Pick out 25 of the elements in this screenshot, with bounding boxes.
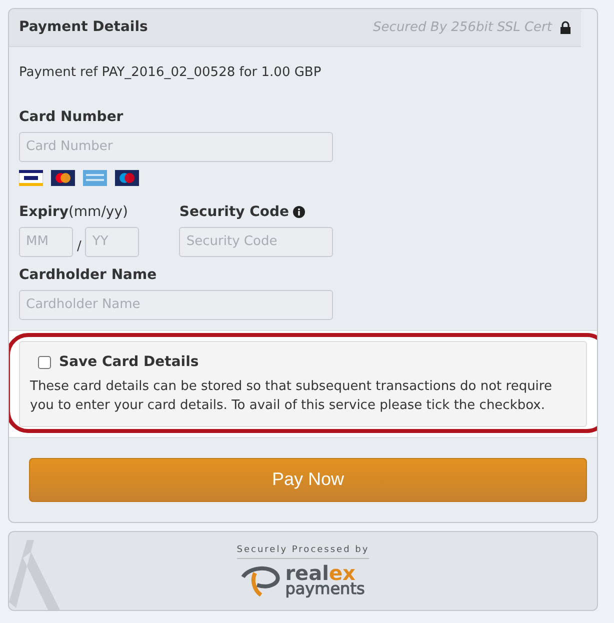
- processed-by-caption: Securely Processed by: [236, 544, 370, 560]
- card-brand-icon: [83, 170, 107, 186]
- panel-title: Payment Details: [19, 18, 148, 37]
- cardholder-name-field[interactable]: Cardholder Name: [19, 290, 333, 320]
- card-brand-icon: [19, 170, 43, 186]
- field-label: Cardholder Name: [19, 266, 158, 284]
- card-brand-icon: [115, 170, 139, 186]
- lock-icon: [560, 21, 571, 34]
- payment-reference: Payment ref PAY_2016_02_00528 for 1.00 GBP: [19, 64, 322, 82]
- separator: /: [77, 238, 82, 256]
- logo-subtext: payments: [285, 582, 365, 596]
- card-number-field[interactable]: Card Number: [19, 132, 333, 162]
- security-code-field[interactable]: Security Code: [179, 226, 334, 256]
- save-card-checkbox[interactable]: [38, 356, 51, 368]
- field-label: Card Number: [19, 108, 124, 126]
- month-field[interactable]: MM: [19, 226, 73, 256]
- security-note: Secured By 256bit SSL Cert: [373, 18, 552, 37]
- checkbox-label[interactable]: Save Card Details: [59, 352, 199, 372]
- card-brand-icon: [51, 170, 75, 186]
- info-icon[interactable]: [293, 206, 306, 218]
- year-field[interactable]: YY: [85, 226, 140, 256]
- save-card-description: These card details can be stored so that subsequent transactions do not require you to enter your card details. To avail of this service please tick the checkbox.: [30, 378, 553, 415]
- logo-text: realex: [285, 564, 356, 582]
- field-label: Expiry(mm/yy): [19, 204, 128, 220]
- field-label: Security Code: [179, 202, 290, 222]
